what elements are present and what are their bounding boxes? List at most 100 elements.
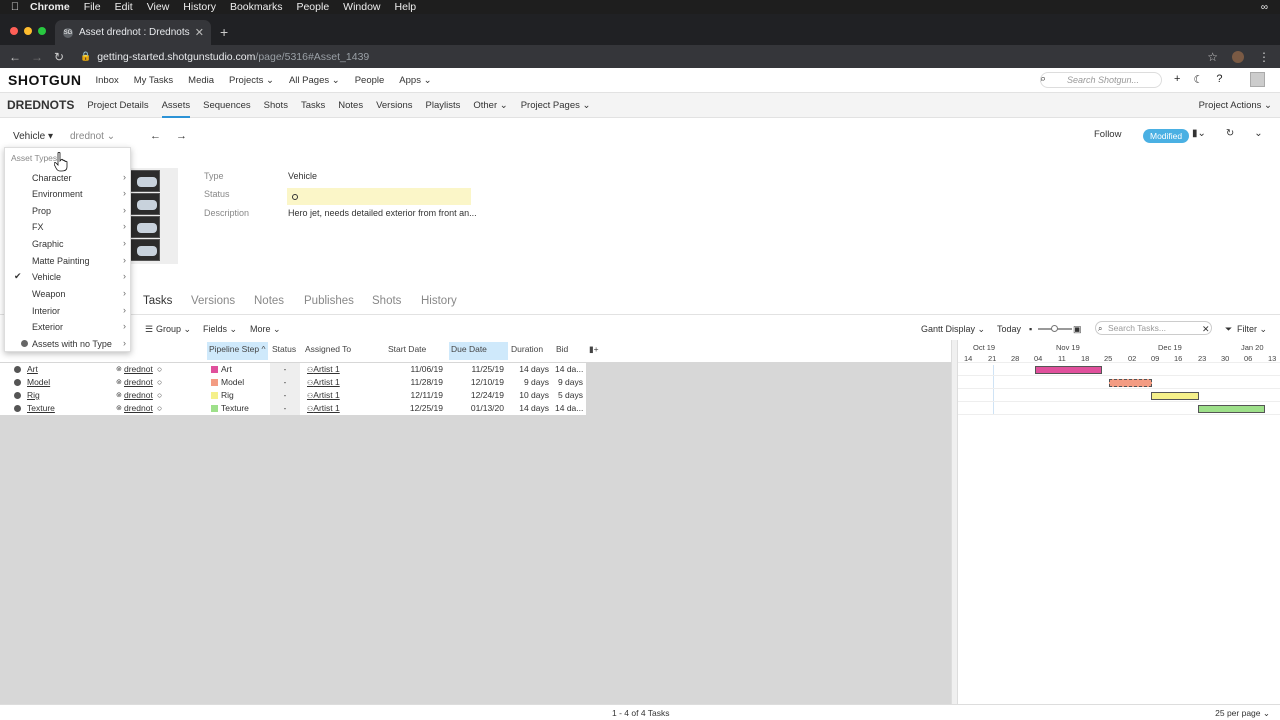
status-cell[interactable]: - xyxy=(270,376,300,389)
forward-icon[interactable]: → xyxy=(26,50,48,64)
per-page-select[interactable]: 25 per page ⌄ xyxy=(1215,708,1270,719)
task-status-icon[interactable] xyxy=(14,392,21,399)
status-badge[interactable]: Modified xyxy=(1143,129,1190,143)
new-tab-icon[interactable]: + xyxy=(220,24,228,40)
table-row[interactable]: Texture ⊚ drednot ○ Texture - ⚇Artist 1 … xyxy=(0,402,586,415)
col-start-date[interactable]: Start Date xyxy=(386,342,446,360)
nav-projects[interactable]: Projects ⌄ xyxy=(229,75,274,86)
tab-other[interactable]: Other ⌄ xyxy=(473,93,507,118)
col-bid[interactable]: Bid xyxy=(554,342,584,360)
duration[interactable]: 14 days xyxy=(505,363,549,376)
nav-all-pages[interactable]: All Pages ⌄ xyxy=(289,75,340,86)
thumbnail-image[interactable] xyxy=(130,239,160,261)
assigned-to[interactable]: ⚇Artist 1 xyxy=(307,402,340,415)
search-tasks-input[interactable]: Search Tasks... xyxy=(1095,321,1212,335)
project-name[interactable]: DREDNOTS xyxy=(7,98,74,112)
follow-button[interactable]: Follow xyxy=(1094,129,1121,140)
task-name[interactable]: Art xyxy=(27,363,38,376)
menu-item-interior[interactable]: Interior › xyxy=(5,303,132,319)
description-value[interactable]: Hero jet, needs detailed exterior from f… xyxy=(288,208,477,218)
gantt-display-button[interactable]: Gantt Display ⌄ xyxy=(921,324,985,335)
col-due-date[interactable]: Due Date xyxy=(449,342,508,360)
menu-item-weapon[interactable]: Weapon › xyxy=(5,286,132,302)
menu-item-no-type[interactable]: Assets with no Type › xyxy=(5,336,132,352)
type-value[interactable]: Vehicle xyxy=(288,171,317,181)
minimize-window-icon[interactable] xyxy=(24,27,32,35)
close-window-icon[interactable] xyxy=(10,27,18,35)
menu-history[interactable]: History xyxy=(183,1,216,13)
nav-media[interactable]: Media xyxy=(188,75,214,86)
menu-item-exterior[interactable]: Exterior › xyxy=(5,319,132,335)
task-link[interactable]: drednot xyxy=(124,402,153,415)
chevron-down-icon[interactable]: ⌄ xyxy=(1254,128,1262,139)
menu-chrome[interactable]: Chrome xyxy=(30,1,70,13)
start-date[interactable]: 12/11/19 xyxy=(386,389,443,402)
pipeline-step[interactable]: Model xyxy=(221,377,244,387)
assigned-to-name[interactable]: Artist 1 xyxy=(313,377,339,387)
menu-bookmarks[interactable]: Bookmarks xyxy=(230,1,283,13)
bookmark-star-icon[interactable]: ☆ xyxy=(1207,50,1218,64)
assigned-to[interactable]: ⚇Artist 1 xyxy=(307,363,340,376)
apple-icon[interactable]:  xyxy=(0,1,30,13)
today-button[interactable]: Today xyxy=(997,324,1021,334)
tab-assets[interactable]: Assets xyxy=(161,93,191,118)
tab-project-details[interactable]: Project Details xyxy=(87,93,148,118)
pipeline-step[interactable]: Rig xyxy=(221,390,234,400)
gantt-bar-rig[interactable] xyxy=(1151,392,1199,400)
col-duration[interactable]: Duration xyxy=(509,342,553,360)
subtab-publishes[interactable]: Publishes xyxy=(304,295,354,307)
clear-search-icon[interactable]: ✕ xyxy=(1202,324,1210,335)
task-status-icon[interactable] xyxy=(14,405,21,412)
task-name[interactable]: Rig xyxy=(27,389,40,402)
url-field[interactable]: getting-started.shotgunstudio.com/page/5… xyxy=(97,51,369,63)
bid[interactable]: 14 da... xyxy=(555,402,583,415)
menu-item-matte-painting[interactable]: Matte Painting › xyxy=(5,253,132,269)
tab-project-pages[interactable]: Project Pages ⌄ xyxy=(521,93,591,118)
menu-view[interactable]: View xyxy=(147,1,170,13)
task-link[interactable]: drednot xyxy=(124,376,153,389)
task-status-icon[interactable] xyxy=(14,379,21,386)
assigned-to[interactable]: ⚇Artist 1 xyxy=(307,376,340,389)
tab-shots[interactable]: Shots xyxy=(264,93,288,118)
pane-splitter[interactable] xyxy=(951,340,958,704)
assigned-to-name[interactable]: Artist 1 xyxy=(313,364,339,374)
menu-help[interactable]: Help xyxy=(395,1,417,13)
refresh-icon[interactable]: ↻ xyxy=(1226,128,1234,139)
start-date[interactable]: 12/25/19 xyxy=(386,402,443,415)
project-actions-button[interactable]: Project Actions ⌄ xyxy=(1199,100,1272,111)
menu-people[interactable]: People xyxy=(296,1,329,13)
close-tab-icon[interactable]: ✕ xyxy=(195,26,204,39)
due-date[interactable]: 12/24/19 xyxy=(446,389,504,402)
zoom-window-icon[interactable] xyxy=(38,27,46,35)
task-status-icon[interactable] xyxy=(14,366,21,373)
gantt-bar-art[interactable] xyxy=(1035,366,1102,374)
table-row[interactable]: Model ⊚ drednot ○ Model - ⚇Artist 1 11/2… xyxy=(0,376,586,389)
duration[interactable]: 10 days xyxy=(505,389,549,402)
tab-sequences[interactable]: Sequences xyxy=(203,93,251,118)
status-cell[interactable]: - xyxy=(270,363,300,376)
prev-next-arrows[interactable]: ← → xyxy=(150,130,193,142)
fields-button[interactable]: Fields ⌄ xyxy=(203,324,237,335)
subtab-shots[interactable]: Shots xyxy=(372,295,401,307)
browser-tab[interactable]: SG Asset drednot : Drednots ✕ xyxy=(55,20,211,45)
moon-icon[interactable]: ☾ xyxy=(1193,73,1203,86)
thumbnail-image[interactable] xyxy=(130,170,160,192)
chrome-menu-icon[interactable]: ⋮ xyxy=(1258,50,1270,64)
nav-inbox[interactable]: Inbox xyxy=(96,75,119,86)
due-date[interactable]: 12/10/19 xyxy=(446,376,504,389)
group-button[interactable]: Group ⌄ xyxy=(156,324,191,335)
assigned-to-name[interactable]: Artist 1 xyxy=(313,403,339,413)
menu-item-prop[interactable]: Prop › xyxy=(5,203,132,219)
menu-item-fx[interactable]: FX › xyxy=(5,219,132,235)
task-name[interactable]: Model xyxy=(27,376,50,389)
menu-window[interactable]: Window xyxy=(343,1,380,13)
gantt-chart[interactable]: Oct 19 Nov 19 Dec 19 Jan 20 14 21 28 04 … xyxy=(958,340,1280,704)
status-cell[interactable]: - xyxy=(270,389,300,402)
global-search-input[interactable]: Search Shotgun... xyxy=(1040,72,1162,88)
add-column-icon[interactable]: ▮+ xyxy=(587,342,599,360)
filter-icon[interactable]: ⏷ xyxy=(1225,324,1232,335)
duration[interactable]: 14 days xyxy=(505,402,549,415)
start-date[interactable]: 11/06/19 xyxy=(386,363,443,376)
status-field[interactable] xyxy=(287,188,471,205)
menu-item-vehicle[interactable]: ✔ Vehicle › xyxy=(5,269,132,285)
